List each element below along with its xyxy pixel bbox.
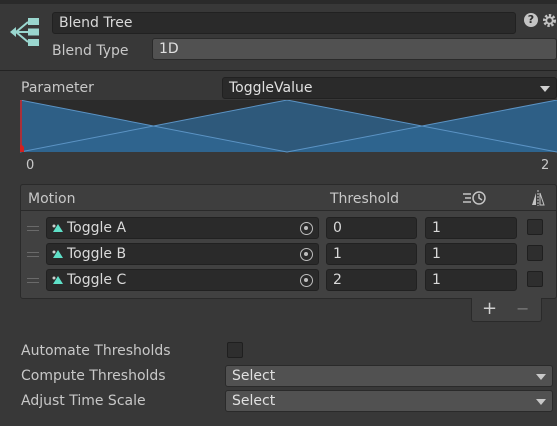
add-motion-button[interactable]: + <box>482 298 497 320</box>
motion-column-header: Motion <box>28 191 76 207</box>
dropdown-arrow-icon <box>540 86 550 92</box>
dropdown-arrow-icon <box>536 374 546 380</box>
mirror-checkbox[interactable] <box>527 271 543 287</box>
mirror-checkbox[interactable] <box>527 245 543 261</box>
time-scale-field[interactable]: 1 <box>425 217 517 239</box>
settings-icon[interactable] <box>542 13 557 28</box>
motion-name: Toggle B <box>67 246 127 262</box>
parameter-label: Parameter <box>21 80 94 96</box>
adjust-time-scale-value: Select <box>232 393 276 409</box>
time-scale-field[interactable]: 1 <box>425 243 517 265</box>
dropdown-arrow-icon <box>536 399 546 405</box>
animation-clip-icon <box>52 250 63 258</box>
adjust-time-scale-dropdown[interactable]: Select <box>225 390 553 412</box>
parameter-dropdown[interactable]: ToggleValue <box>222 77 557 99</box>
compute-thresholds-value: Select <box>232 368 276 384</box>
time-scale-field[interactable]: 1 <box>425 269 517 291</box>
object-picker-icon[interactable] <box>300 248 313 261</box>
top-band <box>0 0 557 4</box>
blend-type-value: 1D <box>159 41 179 57</box>
graph-max-label: 2 <box>541 158 550 173</box>
header-separator <box>0 70 557 71</box>
drag-handle-icon[interactable] <box>27 226 39 231</box>
blend-type-dropdown[interactable]: 1D <box>152 38 557 60</box>
mirror-icon <box>532 190 545 206</box>
blend-tree-name-field[interactable]: Blend Tree <box>52 12 516 34</box>
threshold-field[interactable]: 0 <box>326 217 417 239</box>
drag-handle-icon[interactable] <box>27 252 39 257</box>
animation-clip-icon <box>52 224 63 232</box>
threshold-column-header: Threshold <box>330 191 399 207</box>
blend-graph[interactable] <box>20 100 557 156</box>
help-icon[interactable]: ? <box>524 13 538 27</box>
motion-field[interactable]: Toggle B <box>46 243 319 265</box>
automate-thresholds-checkbox[interactable] <box>227 342 243 358</box>
motion-field[interactable]: Toggle A <box>46 217 319 239</box>
object-picker-icon[interactable] <box>300 222 313 235</box>
threshold-field[interactable]: 2 <box>326 269 417 291</box>
graph-min-label: 0 <box>26 158 35 173</box>
compute-thresholds-dropdown[interactable]: Select <box>225 365 553 387</box>
compute-thresholds-label: Compute Thresholds <box>21 368 166 384</box>
automate-thresholds-label: Automate Thresholds <box>21 343 171 359</box>
time-scale-icon <box>463 191 486 205</box>
threshold-field[interactable]: 1 <box>326 243 417 265</box>
object-picker-icon[interactable] <box>300 274 313 287</box>
parameter-value: ToggleValue <box>229 80 313 96</box>
adjust-time-scale-label: Adjust Time Scale <box>21 393 146 409</box>
blend-tree-icon <box>10 18 39 46</box>
blend-type-label: Blend Type <box>52 43 129 59</box>
mirror-checkbox[interactable] <box>527 219 543 235</box>
motion-name: Toggle A <box>67 220 127 236</box>
animation-clip-icon <box>52 276 63 284</box>
motion-name: Toggle C <box>67 272 127 288</box>
motion-field[interactable]: Toggle C <box>46 269 319 291</box>
drag-handle-icon[interactable] <box>27 278 39 283</box>
remove-motion-button[interactable]: − <box>516 298 529 320</box>
